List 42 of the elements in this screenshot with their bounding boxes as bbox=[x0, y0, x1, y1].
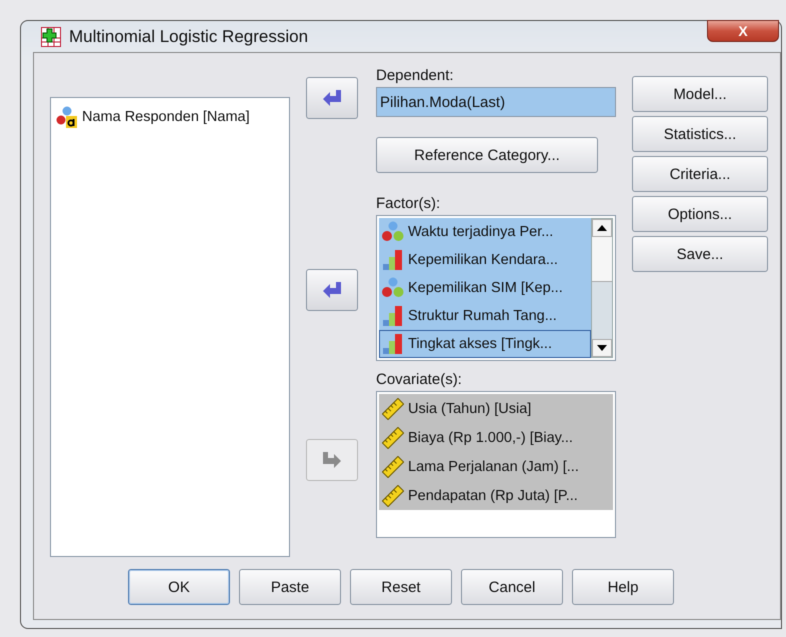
variable-item[interactable]: Kepemilikan SIM [Kep... bbox=[379, 274, 591, 302]
close-button[interactable]: X bbox=[707, 20, 779, 42]
dialog-button[interactable]: Cancel bbox=[461, 569, 563, 605]
dialog-button[interactable]: Options... bbox=[632, 196, 768, 232]
reference-category-button[interactable]: Reference Category... bbox=[376, 137, 598, 173]
dialog-button[interactable]: Reset bbox=[350, 569, 452, 605]
app-icon bbox=[41, 26, 61, 46]
variable-item[interactable]: Biaya (Rp 1.000,-) [Biay... bbox=[379, 423, 613, 452]
dependent-field[interactable]: Pilihan.Moda(Last) bbox=[376, 87, 616, 117]
move-button[interactable] bbox=[306, 269, 358, 311]
arrow-icon bbox=[322, 281, 342, 299]
dialog-button[interactable]: Statistics... bbox=[632, 116, 768, 152]
variable-item[interactable]: Pendapatan (Rp Juta) [P... bbox=[379, 481, 613, 510]
variable-item[interactable]: Struktur Rumah Tang... bbox=[379, 302, 591, 330]
arrow-icon bbox=[322, 451, 342, 469]
dialog-button[interactable]: Save... bbox=[632, 236, 768, 272]
variable-item[interactable]: Waktu terjadinya Per... bbox=[379, 218, 591, 246]
variable-item[interactable]: Kepemilikan Kendara... bbox=[379, 246, 591, 274]
dialog-button[interactable]: OK bbox=[128, 569, 230, 605]
variable-item[interactable]: Usia (Tahun) [Usia] bbox=[379, 394, 613, 423]
scroll-down-icon bbox=[597, 345, 607, 351]
nominal-icon bbox=[382, 277, 404, 299]
variable-item[interactable]: Nama Responden [Nama] bbox=[53, 102, 287, 131]
nominal-icon bbox=[382, 221, 404, 243]
variable-item[interactable]: Tingkat akses [Tingk... bbox=[379, 330, 591, 358]
covariates-label: Covariate(s): bbox=[376, 371, 463, 388]
dialog-button[interactable]: Model... bbox=[632, 76, 768, 112]
nominal-string-icon bbox=[56, 106, 78, 128]
dialog-button[interactable]: Help bbox=[572, 569, 674, 605]
variable-item[interactable]: Lama Perjalanan (Jam) [... bbox=[379, 452, 613, 481]
dependent-label: Dependent: bbox=[376, 67, 455, 84]
ordinal-icon bbox=[382, 333, 404, 355]
arrow-icon bbox=[322, 89, 342, 107]
scrollbar[interactable] bbox=[591, 218, 613, 358]
ordinal-icon bbox=[382, 249, 404, 271]
scroll-up-icon bbox=[597, 225, 607, 231]
move-button[interactable] bbox=[306, 77, 358, 119]
factors-label: Factor(s): bbox=[376, 195, 442, 212]
dialog-button[interactable]: Criteria... bbox=[632, 156, 768, 192]
window-title: Multinomial Logistic Regression bbox=[69, 26, 308, 46]
dialog-button[interactable]: Paste bbox=[239, 569, 341, 605]
ordinal-icon bbox=[382, 305, 404, 327]
